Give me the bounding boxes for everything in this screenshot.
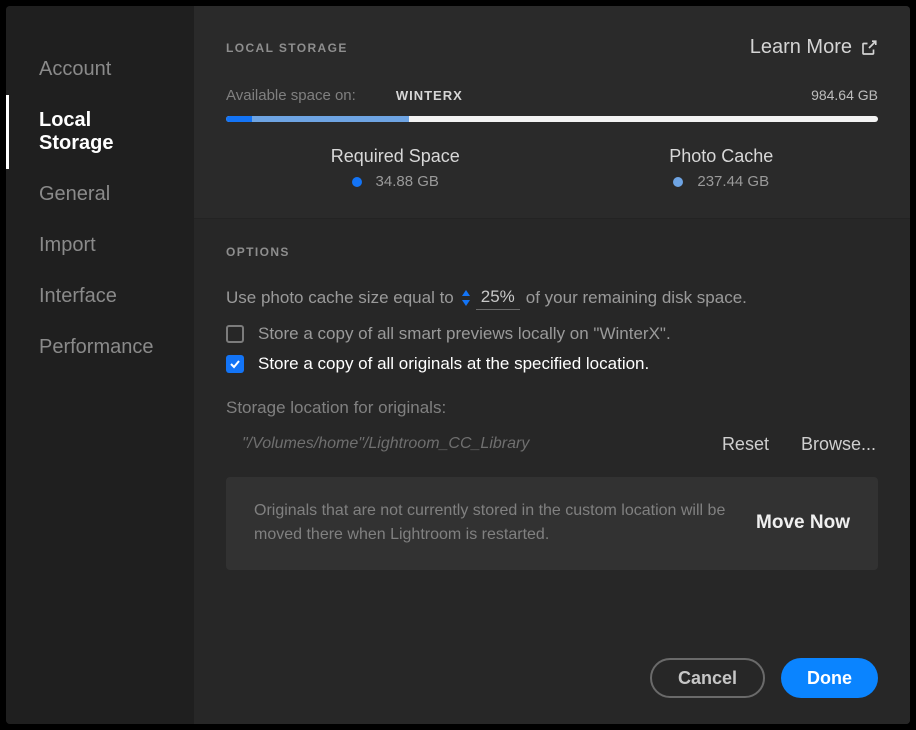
external-link-icon bbox=[860, 39, 878, 57]
required-space-label: Required Space bbox=[331, 146, 460, 167]
move-info-text: Originals that are not currently stored … bbox=[254, 499, 732, 549]
browse-button[interactable]: Browse... bbox=[801, 434, 876, 455]
sidebar-item-account[interactable]: Account bbox=[6, 44, 194, 95]
done-button[interactable]: Done bbox=[781, 658, 878, 698]
learn-more-link[interactable]: Learn More bbox=[750, 36, 878, 59]
storage-bar-required bbox=[226, 116, 252, 122]
cache-size-suffix: of your remaining disk space. bbox=[526, 288, 747, 308]
main-panel: LOCAL STORAGE Learn More Available space… bbox=[194, 6, 910, 724]
drive-name: WINTERX bbox=[396, 88, 463, 103]
section-title-local-storage: LOCAL STORAGE bbox=[226, 41, 348, 55]
sidebar-item-general[interactable]: General bbox=[6, 169, 194, 220]
learn-more-label: Learn More bbox=[750, 36, 852, 59]
section-title-options: OPTIONS bbox=[226, 245, 878, 259]
move-info-box: Originals that are not currently stored … bbox=[226, 477, 878, 571]
cache-size-prefix: Use photo cache size equal to bbox=[226, 288, 454, 308]
storage-bar-cache bbox=[252, 116, 408, 122]
stepper-arrows-icon bbox=[460, 288, 472, 308]
smart-previews-label: Store a copy of all smart previews local… bbox=[258, 324, 671, 344]
photo-cache-dot-icon bbox=[673, 177, 683, 187]
sidebar-item-local-storage[interactable]: Local Storage bbox=[6, 95, 194, 169]
sidebar: Account Local Storage General Import Int… bbox=[6, 6, 194, 724]
photo-cache-value: 237.44 GB bbox=[697, 173, 769, 190]
sidebar-item-import[interactable]: Import bbox=[6, 220, 194, 271]
reset-button[interactable]: Reset bbox=[722, 434, 769, 455]
cache-percent-value: 25% bbox=[476, 287, 520, 310]
required-space-dot-icon bbox=[352, 177, 362, 187]
available-space-label: Available space on: bbox=[226, 87, 356, 104]
required-space-value: 34.88 GB bbox=[376, 173, 439, 190]
available-size: 984.64 GB bbox=[811, 87, 878, 103]
storage-path: "/Volumes/home"/Lightroom_CC_Library bbox=[242, 435, 690, 453]
originals-label: Store a copy of all originals at the spe… bbox=[258, 354, 649, 374]
photo-cache-label: Photo Cache bbox=[669, 146, 773, 167]
checkmark-icon bbox=[229, 358, 241, 370]
storage-bar bbox=[226, 116, 878, 122]
cache-percent-stepper[interactable]: 25% bbox=[460, 287, 520, 310]
cancel-button[interactable]: Cancel bbox=[650, 658, 765, 698]
move-now-button[interactable]: Move Now bbox=[756, 512, 850, 534]
originals-checkbox[interactable] bbox=[226, 355, 244, 373]
sidebar-item-interface[interactable]: Interface bbox=[6, 271, 194, 322]
storage-location-label: Storage location for originals: bbox=[226, 398, 878, 418]
smart-previews-checkbox[interactable] bbox=[226, 325, 244, 343]
sidebar-item-performance[interactable]: Performance bbox=[6, 322, 194, 373]
